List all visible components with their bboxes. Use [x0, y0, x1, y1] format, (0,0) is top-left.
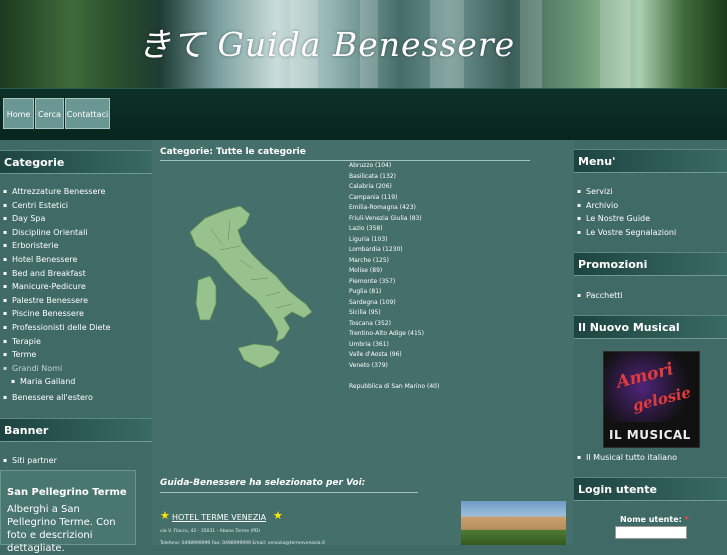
selection-title: Guida-Benessere ha selezionato per Voi: [160, 478, 366, 488]
category-item[interactable]: Piscine Benessere [0, 307, 152, 321]
category-item[interactable]: Attrezzature Benessere [0, 185, 152, 199]
menu-heading: Menu' [574, 149, 727, 173]
categories-list: Attrezzature Benessere Centri Estetici D… [0, 185, 152, 405]
category-item[interactable]: Erboristerie [0, 239, 152, 253]
hotel-contacts: Telefono: 0498999999 Fax: 0498999999 Ema… [160, 541, 326, 546]
region-item[interactable]: Lombardia (1230) [349, 245, 439, 256]
username-label-text: Nome utente: [620, 515, 682, 524]
region-item[interactable]: Sicilia (95) [349, 308, 439, 319]
category-subitem[interactable]: Maria Galland [0, 375, 152, 389]
region-item[interactable]: Marche (125) [349, 256, 439, 267]
main-content: Categorie: Tutte le categorie Abruzzo (1… [152, 140, 574, 546]
divider [160, 492, 418, 493]
menu-item-servizi[interactable]: Servizi [574, 185, 727, 199]
promozioni-heading: Promozioni [574, 252, 727, 276]
nav-home-button[interactable]: Home [3, 98, 34, 129]
divider [160, 160, 530, 161]
region-item[interactable]: Umbria (361) [349, 340, 439, 351]
header-banner: きて Guida Benessere [0, 0, 727, 88]
category-item[interactable]: Terme [0, 348, 152, 362]
region-item[interactable]: Toscana (352) [349, 319, 439, 330]
category-item[interactable]: Professionisti delle Diete [0, 321, 152, 335]
musical-heading: Il Nuovo Musical [574, 315, 727, 339]
star-icon: ★ [273, 509, 283, 522]
region-item[interactable]: Friuli-Venezia Giulia (83) [349, 214, 439, 225]
region-item[interactable]: Puglia (81) [349, 287, 439, 298]
category-item[interactable]: Terapie [0, 335, 152, 349]
promo-text: Alberghi a San Pellegrino Terme. Con fot… [7, 504, 116, 554]
category-item-grandi-nomi[interactable]: Grandi Nomi [0, 362, 152, 376]
region-item[interactable]: Liguria (103) [349, 235, 439, 246]
hotel-photo[interactable] [461, 501, 566, 545]
site-title: きて Guida Benessere [138, 25, 516, 64]
hotel-link[interactable]: HOTEL TERME VENEZIA [172, 513, 266, 522]
category-item[interactable]: Centri Estetici [0, 199, 152, 213]
category-item[interactable]: Benessere all'estero [0, 391, 152, 405]
top-navigation: Home Cerca Contattaci [0, 88, 727, 141]
region-item[interactable]: Veneto (379) [349, 361, 439, 372]
username-input[interactable] [615, 526, 687, 539]
region-item[interactable]: Piemonte (357) [349, 277, 439, 288]
banner-list: Siti partner [0, 454, 152, 468]
menu-item-segnalazioni[interactable]: Le Vostre Segnalazioni [574, 226, 727, 240]
region-item[interactable]: Valle d'Aosta (96) [349, 350, 439, 361]
menu-item-guide[interactable]: Le Nostre Guide [574, 212, 727, 226]
category-item[interactable]: Manicure-Pedicure [0, 280, 152, 294]
star-icon: ★ [160, 509, 170, 522]
region-item[interactable]: Repubblica di San Marino (40) [349, 382, 439, 393]
region-item[interactable]: Campania (119) [349, 193, 439, 204]
category-item[interactable]: Day Spa [0, 212, 152, 226]
region-item[interactable]: Sardegna (109) [349, 298, 439, 309]
hotel-address: via V. Flacco, 42 - 35031 - Abano Terme … [160, 529, 261, 534]
region-spacer [349, 371, 439, 382]
categories-title: Categorie: Tutte le categorie [160, 147, 306, 157]
region-item[interactable]: Basilicata (132) [349, 172, 439, 183]
region-item[interactable]: Trentino-Alto Adige (415) [349, 329, 439, 340]
category-item[interactable]: Hotel Benessere [0, 253, 152, 267]
promo-item-pacchetti[interactable]: Pacchetti [574, 289, 727, 303]
musical-poster[interactable]: Amori gelosie IL MUSICAL [603, 351, 700, 448]
promo-title: San Pellegrino Terme [7, 487, 127, 498]
category-item[interactable]: Palestre Benessere [0, 294, 152, 308]
region-item[interactable]: Abruzzo (104) [349, 161, 439, 172]
category-item[interactable]: Discipline Orientali [0, 226, 152, 240]
italy-map[interactable] [180, 200, 330, 380]
region-item[interactable]: Lazio (358) [349, 224, 439, 235]
menu-item-archivio[interactable]: Archivio [574, 199, 727, 213]
musical-link[interactable]: Il Musical tutto italiano [574, 451, 727, 465]
category-item[interactable]: Bed and Breakfast [0, 267, 152, 281]
nav-contattaci-button[interactable]: Contattaci [65, 98, 110, 129]
promo-box-san-pellegrino[interactable]: San Pellegrino Terme Alberghi a San Pell… [0, 470, 136, 554]
poster-caption: IL MUSICAL [609, 428, 691, 442]
musical-list: Il Musical tutto italiano [574, 451, 727, 465]
region-item[interactable]: Calabria (206) [349, 182, 439, 193]
nav-cerca-button[interactable]: Cerca [35, 98, 64, 129]
right-sidebar: Menu' Servizi Archivio Le Nostre Guide L… [574, 140, 727, 545]
menu-list: Servizi Archivio Le Nostre Guide Le Vost… [574, 185, 727, 239]
left-sidebar: Categorie Attrezzature Benessere Centri … [0, 140, 152, 554]
region-item[interactable]: Emilia-Romagna (423) [349, 203, 439, 214]
username-label: Nome utente: * [620, 515, 689, 524]
categories-heading: Categorie [0, 150, 152, 174]
promozioni-list: Pacchetti [574, 289, 727, 303]
regions-list: Abruzzo (104) Basilicata (132) Calabria … [349, 161, 439, 392]
banner-item-siti-partner[interactable]: Siti partner [0, 454, 152, 468]
region-item[interactable]: Molise (89) [349, 266, 439, 277]
banner-heading: Banner [0, 418, 152, 442]
required-mark: * [684, 515, 689, 524]
login-heading: Login utente [574, 477, 727, 501]
